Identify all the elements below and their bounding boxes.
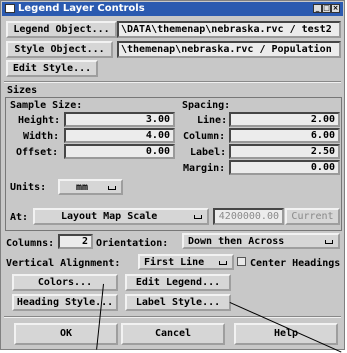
label-spacing-input[interactable]: 2.50 xyxy=(229,144,340,159)
width-input[interactable]: 4.00 xyxy=(64,128,175,143)
orientation-label: Orientation: xyxy=(96,238,169,249)
height-input[interactable]: 3.00 xyxy=(64,112,175,127)
window-title: Legend Layer Controls xyxy=(18,3,145,14)
close-icon[interactable]: × xyxy=(331,4,340,13)
edit-style-button[interactable]: Edit Style... xyxy=(6,60,98,77)
chevron-down-icon xyxy=(194,215,202,219)
label-spacing-label: Label: xyxy=(190,147,227,158)
center-headings-checkbox[interactable] xyxy=(237,257,246,266)
units-dropdown[interactable]: mm xyxy=(58,179,123,195)
style-object-path: \themenap\nebraska.rvc / Population xyxy=(117,41,341,58)
line-label: Line: xyxy=(197,115,228,126)
units-value: mm xyxy=(76,182,89,193)
maximize-icon[interactable]: □ xyxy=(322,4,331,13)
units-label: Units: xyxy=(10,182,47,193)
cancel-button[interactable]: Cancel xyxy=(121,323,225,345)
center-headings-label: Center Headings xyxy=(250,258,341,269)
column-label: Column: xyxy=(183,131,226,142)
edit-legend-button[interactable]: Edit Legend... xyxy=(125,274,231,291)
offset-label: Offset: xyxy=(16,147,59,158)
chevron-down-icon xyxy=(108,186,116,190)
columns-label: Columns: xyxy=(6,238,55,249)
spacing-label: Spacing: xyxy=(182,100,231,111)
height-label: Height: xyxy=(18,115,61,126)
vertical-alignment-dropdown[interactable]: First Line xyxy=(138,254,234,270)
margin-label: Margin: xyxy=(183,163,226,174)
legend-layer-controls-window: Legend Layer Controls _ □ × Legend Objec… xyxy=(0,0,345,353)
style-object-button[interactable]: Style Object... xyxy=(6,41,113,58)
at-label: At: xyxy=(10,212,29,223)
at-value: Layout Map Scale xyxy=(61,211,158,222)
offset-input[interactable]: 0.00 xyxy=(64,144,175,159)
vertical-alignment-label: Vertical Alignment: xyxy=(6,258,121,269)
margin-input[interactable]: 0.00 xyxy=(229,160,340,175)
ok-button[interactable]: OK xyxy=(14,323,118,345)
at-dropdown[interactable]: Layout Map Scale xyxy=(33,208,209,225)
label-style-button[interactable]: Label Style... xyxy=(125,294,231,311)
chevron-down-icon xyxy=(219,261,227,265)
legend-object-button[interactable]: Legend Object... xyxy=(6,21,117,38)
sizes-label: Sizes xyxy=(7,85,38,96)
line-spacing-input[interactable]: 2.00 xyxy=(229,112,340,127)
system-menu-icon[interactable] xyxy=(5,4,15,13)
columns-input[interactable]: 2 xyxy=(58,234,93,249)
column-spacing-input[interactable]: 6.00 xyxy=(229,128,340,143)
title-bar[interactable]: Legend Layer Controls _ □ × xyxy=(2,2,343,16)
divider xyxy=(4,81,341,83)
current-button: Current xyxy=(285,208,340,225)
legend-object-path: \DATA\themenap\nebraska.rvc / test2 xyxy=(117,21,341,38)
orientation-dropdown[interactable]: Down then Across xyxy=(182,233,340,249)
width-label: Width: xyxy=(23,131,60,142)
chevron-down-icon xyxy=(325,240,333,244)
minimize-icon[interactable]: _ xyxy=(313,4,322,13)
orientation-value: Down then Across xyxy=(188,236,285,247)
vertical-alignment-value: First Line xyxy=(144,257,205,268)
scale-input: 4200000.00 xyxy=(213,208,284,225)
divider xyxy=(4,316,341,318)
sample-size-label: Sample Size: xyxy=(10,100,83,111)
